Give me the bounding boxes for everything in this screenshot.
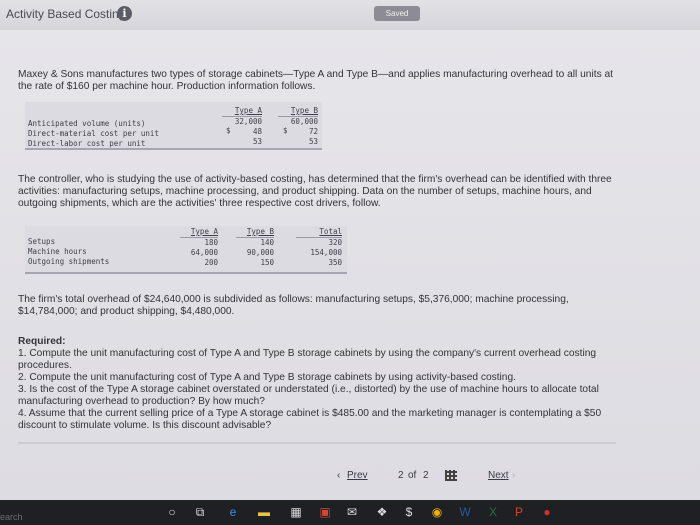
table-cell: 64,000 <box>190 248 218 257</box>
table2-row-labels: Setups Machine hours Outgoing shipments <box>28 237 109 267</box>
divider <box>18 442 616 444</box>
currency-symbol: $ <box>226 126 231 135</box>
mail-icon[interactable]: ✉ <box>345 505 359 519</box>
table-cell: 320 <box>328 238 342 247</box>
office-icon[interactable]: ▣ <box>318 505 332 519</box>
column-header: Type B <box>236 227 274 238</box>
table-row-label: Anticipated volume (units) <box>28 119 146 128</box>
intro-line-2: the rate of $160 per machine hour. Produ… <box>18 81 316 92</box>
table-cell: 180 <box>204 238 218 247</box>
table1-row-labels: Anticipated volume (units) Direct-materi… <box>28 119 159 149</box>
para3-line-2: $14,784,000; and product shipping, $4,48… <box>18 306 235 317</box>
page-total: 2 <box>423 470 429 481</box>
para2-line-1: The controller, who is studying the use … <box>18 174 612 185</box>
file-explorer-icon[interactable]: ▬ <box>257 505 271 519</box>
powerpoint-icon[interactable]: P <box>512 505 526 519</box>
column-header: Type B <box>278 106 318 117</box>
page-current: 2 <box>398 470 404 481</box>
table-row-label: Setups <box>28 237 56 246</box>
word-icon[interactable]: W <box>458 505 472 519</box>
taskbar-search-text[interactable]: earch <box>0 512 23 522</box>
column-header: Type A <box>222 106 262 117</box>
table-row-label: Direct-labor cost per unit <box>28 139 146 148</box>
saved-button[interactable]: Saved <box>374 6 420 21</box>
chevron-left-icon[interactable]: ‹ <box>337 470 340 481</box>
store-icon[interactable]: ▦ <box>289 505 303 519</box>
title-bar: Activity Based Costing i Saved <box>0 0 700 31</box>
table-cell: 200 <box>204 258 218 267</box>
chrome-icon[interactable]: ◉ <box>430 505 444 519</box>
app-icon[interactable]: ● <box>540 505 554 519</box>
table2-col-type-b: Type B 140 90,000 150 <box>236 227 274 268</box>
grid-icon[interactable] <box>445 470 457 481</box>
required-heading: Required: <box>18 336 66 347</box>
page-of: of <box>408 470 417 481</box>
required-line: procedures. <box>18 360 72 371</box>
table-cell: 90,000 <box>246 248 274 257</box>
cortana-icon[interactable]: ○ <box>165 505 179 519</box>
required-line: manufacturing overhead to production? By… <box>18 396 265 407</box>
table-cell: 53 <box>252 137 262 146</box>
app-title: Activity Based Costing <box>6 7 126 21</box>
column-header: Total <box>296 227 342 238</box>
currency-symbol: $ <box>283 126 288 135</box>
task-view-icon[interactable]: ⧉ <box>193 505 207 519</box>
required-line: 4. Assume that the current selling price… <box>18 408 602 419</box>
table-cell: 350 <box>328 258 342 267</box>
table2-col-total: Total 320 154,000 350 <box>296 227 342 268</box>
table2-col-type-a: Type A 180 64,000 200 <box>180 227 218 268</box>
edge-browser-icon[interactable]: e <box>226 505 240 519</box>
required-line: discount to stimulate volume. Is this di… <box>18 420 272 431</box>
table-cell: 154,000 <box>310 248 342 257</box>
dollar-app-icon[interactable]: $ <box>402 505 416 519</box>
prev-button[interactable]: Prev <box>347 470 368 481</box>
para2-line-3: outgoing shipments, which are the activi… <box>18 198 381 209</box>
excel-icon[interactable]: X <box>486 505 500 519</box>
table-cell: 140 <box>260 238 274 247</box>
column-header: Type A <box>180 227 218 238</box>
intro-line-1: Maxey & Sons manufactures two types of s… <box>18 69 613 80</box>
table-cell: 53 <box>308 137 318 146</box>
table-row-label: Outgoing shipments <box>28 257 110 266</box>
info-icon[interactable]: i <box>117 6 132 21</box>
dropbox-icon[interactable]: ❖ <box>375 505 389 519</box>
next-button[interactable]: Next <box>488 470 509 481</box>
para3-line-1: The firm's total overhead of $24,640,000… <box>18 294 569 305</box>
required-line: 3. Is the cost of the Type A storage cab… <box>18 384 599 395</box>
required-line: 2. Compute the unit manufacturing cost o… <box>18 372 516 383</box>
required-line: 1. Compute the unit manufacturing cost o… <box>18 348 597 359</box>
para2-line-2: activities: manufacturing setups, machin… <box>18 186 592 197</box>
table-cell: 150 <box>260 258 274 267</box>
table-row-label: Direct-material cost per unit <box>28 129 159 138</box>
table-row-label: Machine hours <box>28 247 87 256</box>
chevron-right-icon[interactable]: › <box>512 470 515 481</box>
